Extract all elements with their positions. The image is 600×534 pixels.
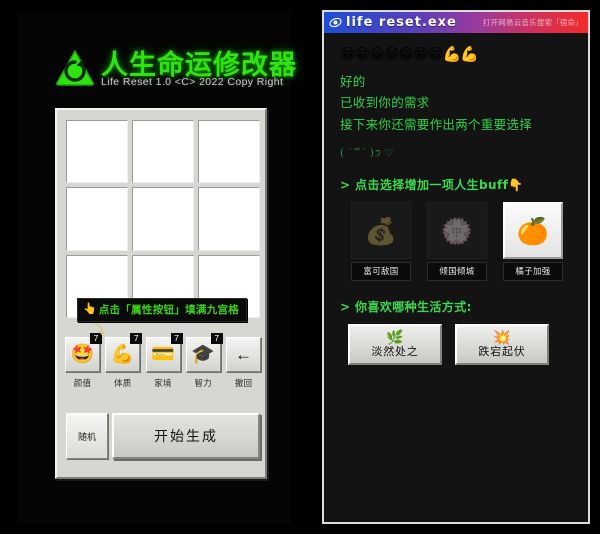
hint-tooltip: 👆 点击「属性按钮」填满九宫格: [77, 298, 248, 322]
lifestyle-label: 跌宕起伏: [478, 345, 526, 359]
lifestyle-button-turbulent[interactable]: 💥 跌宕起伏: [455, 324, 549, 366]
credit-card-icon: 💳: [151, 344, 175, 365]
graduation-cap-icon: 🎓: [191, 344, 216, 365]
grid-cell[interactable]: [132, 187, 194, 251]
buff-card-selected[interactable]: 🍊: [503, 202, 563, 260]
undo-button[interactable]: ←: [226, 337, 261, 372]
left-arrow-icon: ←: [235, 345, 252, 364]
message-line: 已收到你的需求: [340, 95, 430, 111]
pointing-hand-icon: 👆: [83, 303, 97, 315]
grid-cell[interactable]: [198, 120, 260, 184]
buff-label: 富可敌国: [351, 262, 411, 282]
money-bag-icon: 💰: [364, 215, 398, 246]
app-header: 人生命运修改器 Life Reset 1.0 <C> 2022 Copy Rig…: [55, 45, 296, 101]
buff-label: 橘子加强: [503, 262, 563, 282]
attribute-badge: 7: [130, 333, 143, 344]
emoji-row: 😁😁😁😁😁😁😁💪💪: [340, 46, 479, 63]
attribute-button-family[interactable]: 💳 7: [145, 333, 183, 372]
grid-cell[interactable]: [198, 187, 260, 251]
collision-explosion-icon: 💥: [493, 329, 511, 346]
right-app-window: life reset.exe 打开网易云音乐搜索「宿命」 😁😁😁😁😁😁😁💪💪 好…: [322, 10, 590, 524]
attribute-label: 家境: [154, 379, 172, 389]
buff-section-heading: > 点击选择增加一项人生buff👇: [340, 178, 524, 193]
tooltip-pointer-icon: ⤵: [93, 323, 106, 337]
kaomoji-text: ( ˙꒳˙ )੭ ♡: [340, 148, 395, 160]
attribute-label: 颜值: [73, 379, 92, 389]
attribute-label: 撤回: [234, 379, 253, 389]
lifestyle-option-row: 🌿 淡然处之 💥 跌宕起伏: [340, 324, 572, 366]
left-app-panel: 人生命运修改器 Life Reset 1.0 <C> 2022 Copy Rig…: [17, 11, 296, 524]
modifier-window: 👆 点击「属性按钮」填满九宫格 ⤵ 🤩 7 颜值 💪 7 体质 💳 7 家境 🎓…: [55, 108, 267, 479]
attribute-item-appearance: 🤩 7 颜值: [65, 333, 102, 395]
message-line: 好的: [340, 73, 366, 89]
buff-card[interactable]: 💰: [351, 202, 411, 260]
random-button[interactable]: 随机: [66, 413, 108, 459]
action-button-row: 随机 开始生成: [66, 413, 260, 459]
app-subtitle: Life Reset 1.0 <C> 2022 Copy Right: [101, 76, 284, 88]
attribute-item-undo: ← 撤回: [226, 337, 261, 395]
buff-option-wealth[interactable]: 💰 富可敌国: [351, 202, 411, 282]
lifestyle-label: 淡然处之: [371, 345, 419, 359]
buff-card[interactable]: 💮: [427, 202, 487, 260]
attribute-label: 智力: [194, 379, 212, 389]
lifestyle-button-calm[interactable]: 🌿 淡然处之: [348, 324, 442, 366]
screenshot-root: 人生命运修改器 Life Reset 1.0 <C> 2022 Copy Rig…: [0, 0, 600, 534]
attribute-label: 体质: [114, 379, 132, 389]
start-generate-button[interactable]: 开始生成: [112, 413, 260, 459]
grid-cell[interactable]: [66, 120, 128, 184]
message-line: 接下来你还需要作出两个重要选择: [340, 117, 533, 133]
buff-option-tangerine[interactable]: 🍊 橘子加强: [503, 202, 563, 282]
tangerine-icon: 🍊: [516, 215, 550, 246]
attribute-item-intelligence: 🎓 7 智力: [185, 333, 223, 395]
buff-option-row: 💰 富可敌国 💮 倾国倾城 🍊 橘子加强: [340, 202, 572, 282]
star-struck-face-icon: 🤩: [70, 344, 95, 365]
lifestyle-section-heading: > 你喜欢哪种生活方式:: [340, 300, 472, 315]
buff-label: 倾国倾城: [427, 262, 487, 282]
window-title: life reset.exe: [346, 15, 457, 30]
attribute-grid: [66, 120, 260, 318]
attribute-item-constitution: 💪 7 体质: [105, 333, 143, 395]
attribute-badge: 7: [170, 333, 183, 344]
attribute-badge: 7: [210, 333, 223, 344]
grid-cell[interactable]: [66, 187, 128, 251]
herb-leaf-icon: 🌿: [386, 329, 404, 346]
window-content: 😁😁😁😁😁😁😁💪💪 好的 已收到你的需求 接下来你还需要作出两个重要选择 ( ˙…: [324, 33, 588, 522]
white-flower-icon: 💮: [440, 215, 474, 246]
attribute-button-intelligence[interactable]: 🎓 7: [185, 333, 223, 372]
green-triangle-refresh-logo-icon: [56, 50, 94, 86]
window-titlebar: life reset.exe 打开网易云音乐搜索「宿命」: [324, 12, 588, 33]
flexed-biceps-icon: 💪: [110, 344, 135, 365]
attribute-button-constitution[interactable]: 💪 7: [105, 333, 143, 372]
attribute-button-appearance[interactable]: 🤩 7: [65, 333, 102, 372]
attribute-button-row: 🤩 7 颜值 💪 7 体质 💳 7 家境 🎓 7 智力 ← 撤回: [65, 333, 261, 395]
titlebar-note: 打开网易云音乐搜索「宿命」: [482, 18, 583, 27]
buff-option-beauty[interactable]: 💮 倾国倾城: [427, 202, 487, 282]
attribute-item-family: 💳 7 家境: [145, 333, 183, 395]
life-reset-app-icon: [329, 17, 342, 28]
grid-cell[interactable]: [132, 120, 194, 184]
hint-tooltip-text: 点击「属性按钮」填满九宫格: [98, 304, 240, 316]
